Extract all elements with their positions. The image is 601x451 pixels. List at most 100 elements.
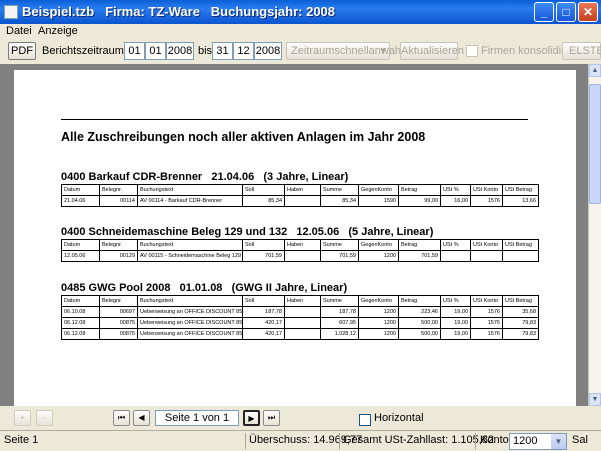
window-title: Beispiel.tzb Firma: TZ-Ware Buchungsjahr… [22, 4, 336, 19]
status-divider [245, 433, 246, 449]
report-table: Datum Belegnr. Buchungstext Soll Haben S… [61, 239, 539, 262]
col-header: Haben [284, 239, 321, 251]
status-vat: Gesamt USt-Zahllast: 1.105,82 [343, 434, 495, 446]
col-header: Datum [61, 239, 100, 251]
cell-doc-no: 00875 [99, 328, 138, 340]
scroll-down-icon[interactable]: ▼ [589, 393, 601, 406]
col-header: USt Konto [470, 184, 503, 196]
col-header: Buchungstext [137, 239, 243, 251]
account-label: Konto: [480, 434, 512, 446]
col-header: USt % [440, 239, 471, 251]
last-page-button[interactable]: ⏭ [263, 410, 280, 426]
pdf-button[interactable]: PDF [8, 42, 36, 60]
cell-vat-amount: 13,66 [502, 195, 539, 207]
cell-contra-account: 1200 [358, 250, 399, 262]
elster-button[interactable]: ELSTE [562, 42, 601, 60]
scroll-thumb[interactable] [589, 84, 601, 204]
account-select[interactable]: 1200 ▼ [509, 433, 567, 450]
section-title: 0485 GWG Pool 2008 01.01.08 (GWG II Jahr… [61, 282, 348, 294]
report-table: Datum Belegnr. Buchungstext Soll Haben S… [61, 295, 539, 340]
cell-vat-account [470, 250, 503, 262]
col-header: USt Betrag [502, 295, 539, 307]
col-header: USt Betrag [502, 184, 539, 196]
vertical-scrollbar[interactable]: ▲ ▼ [588, 64, 601, 406]
col-header: USt Konto [470, 239, 503, 251]
cell-vat-rate: 16,00 [440, 195, 471, 207]
cell-vat-amount: 35,68 [502, 306, 539, 318]
next-page-button[interactable]: ▶ [243, 410, 260, 426]
close-button[interactable]: ✕ [578, 2, 598, 22]
col-header: Betrag [398, 239, 441, 251]
col-header: Buchungstext [137, 295, 243, 307]
col-header: USt Betrag [502, 239, 539, 251]
col-header: Belegnr. [99, 184, 138, 196]
cell-date: 06.10.08 [61, 306, 100, 318]
cell-amount: 500,00 [398, 317, 441, 329]
status-page: Seite 1 [4, 434, 39, 446]
cell-debit: 701,59 [242, 250, 285, 262]
cell-debit: 187,78 [242, 306, 285, 318]
cell-doc-no: 00129 [99, 250, 138, 262]
refresh-button[interactable]: Aktualisieren [400, 42, 464, 60]
table-header-row: Datum Belegnr. Buchungstext Soll Haben S… [61, 295, 539, 307]
to-day-field[interactable]: 31 [212, 42, 233, 60]
status-divider [475, 433, 476, 449]
col-header: GegenKonto [358, 295, 399, 307]
to-label: bis [198, 45, 213, 57]
col-header: USt % [440, 184, 471, 196]
first-page-button[interactable]: ⏮ [113, 410, 130, 426]
cell-doc-no: 00697 [99, 306, 138, 318]
page-indicator[interactable]: Seite 1 von 1 [155, 410, 239, 426]
table-row: 12.05.06 00129 AV 00115 - Schneidemaschi… [61, 250, 539, 262]
menu-datei[interactable]: Datei [6, 25, 32, 37]
toolbar: PDF Berichtszeitraum vom 01 01 2008 bis … [0, 40, 601, 62]
horizontal-checkbox[interactable] [359, 414, 371, 426]
menu-anzeige[interactable]: Anzeige [38, 25, 78, 37]
chevron-down-icon[interactable]: ▼ [551, 434, 566, 449]
cell-vat-account: 1576 [470, 328, 503, 340]
col-header: Buchungstext [137, 184, 243, 196]
consolidate-checkbox[interactable] [466, 45, 478, 57]
col-header: USt % [440, 295, 471, 307]
page-navigation: + - ⏮ ◀ Seite 1 von 1 ▶ ⏭ Horizontal [0, 406, 601, 430]
quick-select-dropdown[interactable]: Zeitraumschnellanwahl ▾ [286, 42, 404, 60]
table-header-row: Datum Belegnr. Buchungstext Soll Haben S… [61, 184, 539, 196]
section-title: 0400 Schneidemaschine Beleg 129 und 132 … [61, 226, 434, 238]
cell-date: 12.05.06 [61, 250, 100, 262]
section-title: 0400 Barkauf CDR-Brenner 21.04.06 (3 Jah… [61, 171, 349, 183]
cell-amount: 500,00 [398, 328, 441, 340]
report-preview[interactable]: Alle Zuschreibungen noch aller aktiven A… [0, 64, 588, 406]
cell-vat-rate: 19,00 [440, 328, 471, 340]
from-year-field[interactable]: 2008 [166, 42, 194, 60]
cell-text: Ueberweisung an OFFICE DISCOUNT 85 [137, 317, 243, 329]
to-year-field[interactable]: 2008 [254, 42, 282, 60]
cell-debit: 420,17 [242, 328, 285, 340]
scroll-up-icon[interactable]: ▲ [589, 64, 601, 77]
col-header: Summe [320, 184, 359, 196]
zoom-in-button[interactable]: + [14, 410, 31, 426]
cell-debit: 420,17 [242, 317, 285, 329]
maximize-button[interactable]: □ [556, 2, 576, 22]
from-day-field[interactable]: 01 [124, 42, 145, 60]
minimize-button[interactable]: _ [534, 2, 554, 22]
cell-contra-account: 1200 [358, 306, 399, 318]
cell-credit [284, 195, 321, 207]
status-divider [339, 433, 340, 449]
cell-vat-amount: 79,83 [502, 328, 539, 340]
cell-credit [284, 306, 321, 318]
prev-page-button[interactable]: ◀ [133, 410, 150, 426]
table-row: 06.12.08 00875 Ueberweisung an OFFICE DI… [61, 317, 539, 329]
to-month-field[interactable]: 12 [233, 42, 254, 60]
cell-text: AV 00115 - Schneidemaschine Beleg 129 [137, 250, 243, 262]
cell-vat-amount [502, 250, 539, 262]
cell-vat-account: 1576 [470, 317, 503, 329]
cell-doc-no: 00875 [99, 317, 138, 329]
cell-amount: 99,00 [398, 195, 441, 207]
col-header: GegenKonto [358, 184, 399, 196]
col-header: Summe [320, 239, 359, 251]
quick-select-label: Zeitraumschnellanwahl [291, 45, 404, 57]
col-header: Datum [61, 184, 100, 196]
cell-doc-no: 00114 [99, 195, 138, 207]
from-month-field[interactable]: 01 [145, 42, 166, 60]
zoom-out-button[interactable]: - [36, 410, 53, 426]
